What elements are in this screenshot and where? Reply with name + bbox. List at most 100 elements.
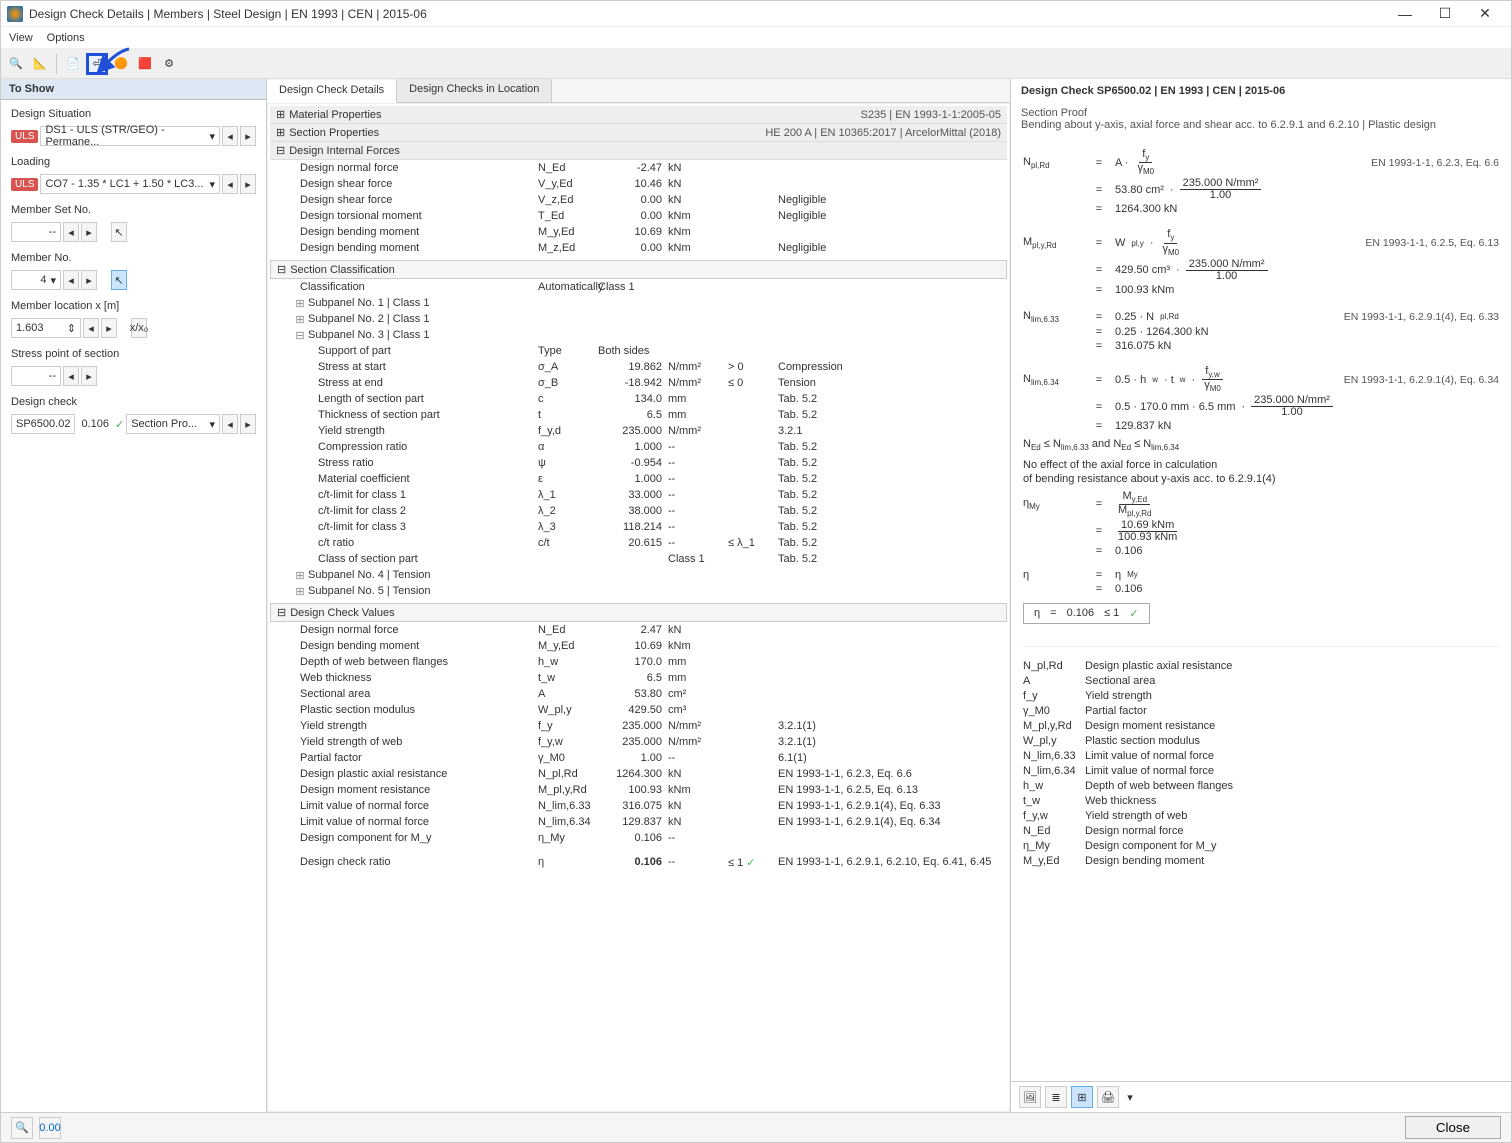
tab-location[interactable]: Design Checks in Location bbox=[397, 79, 552, 102]
collapse-icon[interactable]: ⊟ bbox=[276, 144, 285, 157]
expand-icon[interactable]: ⊞ bbox=[294, 585, 306, 598]
legend-row: N_EdDesign normal force bbox=[1023, 825, 1499, 837]
expand-icon[interactable]: ⊞ bbox=[294, 569, 306, 582]
expand-icon[interactable]: ⊞ bbox=[294, 297, 306, 310]
data-row: Stress ratio ψ -0.954 -- Tab. 5.2 bbox=[270, 455, 1007, 471]
material-properties-header[interactable]: ⊞ Material Properties S235 | EN 1993-1-1… bbox=[270, 106, 1007, 124]
rt-btn-2[interactable]: ≣ bbox=[1045, 1086, 1067, 1108]
menu-options[interactable]: Options bbox=[47, 32, 85, 44]
legend-row: t_wWeb thickness bbox=[1023, 795, 1499, 807]
menu-view[interactable]: View bbox=[9, 32, 33, 44]
loc-next-button[interactable]: ▸ bbox=[101, 318, 117, 338]
member-no-combo[interactable]: 4▾ bbox=[11, 270, 61, 290]
formula-row: =429.50 cm³ · 235.000 N/mm²1.00 bbox=[1023, 259, 1499, 282]
tool-icon-5[interactable]: 🟠 bbox=[110, 53, 132, 75]
collapse-icon[interactable]: ⊟ bbox=[277, 606, 286, 619]
ds-prev-button[interactable]: ◂ bbox=[222, 126, 238, 146]
load-prev-button[interactable]: ◂ bbox=[222, 174, 238, 194]
legend-row: M_y,EdDesign bending moment bbox=[1023, 855, 1499, 867]
collapse-icon[interactable]: ⊟ bbox=[294, 329, 306, 342]
tabs: Design Check Details Design Checks in Lo… bbox=[267, 79, 1010, 103]
memno-prev-button[interactable]: ◂ bbox=[63, 270, 79, 290]
tool-icon-1[interactable]: 🔍 bbox=[5, 53, 27, 75]
maximize-button[interactable]: ☐ bbox=[1425, 5, 1465, 22]
rt-btn-4[interactable]: 🖨 bbox=[1097, 1086, 1119, 1108]
memset-prev-button[interactable]: ◂ bbox=[63, 222, 79, 242]
sc-label: Section Classification bbox=[290, 264, 395, 276]
rt-btn-dropdown[interactable]: ▾ bbox=[1123, 1086, 1137, 1108]
legend-row: h_wDepth of web between flanges bbox=[1023, 780, 1499, 792]
tool-icon-2[interactable]: 📐 bbox=[29, 53, 51, 75]
app-icon bbox=[7, 6, 23, 22]
rt-btn-3[interactable]: ⊞ bbox=[1071, 1086, 1093, 1108]
load-next-button[interactable]: ▸ bbox=[240, 174, 256, 194]
sp3-head-lbl: Support of part bbox=[316, 345, 538, 357]
data-row: Design bending moment M_y,Ed 10.69 kNm bbox=[270, 638, 1007, 654]
section-classification-header[interactable]: ⊟ Section Classification bbox=[270, 260, 1007, 279]
data-row: Yield strength of web f_y,w 235.000 N/mm… bbox=[270, 734, 1007, 750]
dif-label: Design Internal Forces bbox=[289, 145, 1001, 157]
subpanel-5-row[interactable]: ⊞Subpanel No. 5 | Tension bbox=[270, 583, 1007, 599]
stress-next-button[interactable]: ▸ bbox=[81, 366, 97, 386]
memno-value: 4 bbox=[40, 274, 46, 286]
stress-prev-button[interactable]: ◂ bbox=[63, 366, 79, 386]
section-properties-header[interactable]: ⊞ Section Properties HE 200 A | EN 10365… bbox=[270, 124, 1007, 142]
footer-btn-1[interactable]: 🔍 bbox=[11, 1117, 33, 1139]
final-lbl: Design check ratio bbox=[298, 856, 538, 868]
expand-icon[interactable]: ⊞ bbox=[276, 108, 285, 121]
tool-icon-highlighted[interactable]: ⏎ bbox=[86, 53, 108, 75]
member-set-combo[interactable]: -- bbox=[11, 222, 61, 242]
expand-icon[interactable]: ⊞ bbox=[276, 126, 285, 139]
formula-row: =316.075 kN bbox=[1023, 340, 1499, 352]
data-row: Design plastic axial resistance N_pl,Rd … bbox=[270, 766, 1007, 782]
tab-details[interactable]: Design Check Details bbox=[267, 80, 397, 103]
legend-row: η_MyDesign component for M_y bbox=[1023, 840, 1499, 852]
dc-name-combo[interactable]: Section Pro...▾ bbox=[126, 414, 220, 434]
data-row: Design bending moment M_y,Ed 10.69 kNm bbox=[270, 224, 1007, 240]
loc-prev-button[interactable]: ◂ bbox=[83, 318, 99, 338]
expand-icon[interactable]: ⊞ bbox=[294, 313, 306, 326]
uls-badge-2: ULS bbox=[11, 178, 38, 191]
ds-next-button[interactable]: ▸ bbox=[240, 126, 256, 146]
legend-row: N_pl,RdDesign plastic axial resistance bbox=[1023, 660, 1499, 672]
design-check-label: Design check bbox=[1, 388, 266, 412]
right-desc: Bending about y-axis, axial force and sh… bbox=[1021, 119, 1501, 131]
dc-prev-button[interactable]: ◂ bbox=[222, 414, 238, 434]
final-ref: EN 1993-1-1, 6.2.9.1, 6.2.10, Eq. 6.41, … bbox=[778, 856, 1007, 868]
design-situation-label: Design Situation bbox=[1, 100, 266, 124]
tool-icon-7[interactable]: ⚙ bbox=[158, 53, 180, 75]
close-button[interactable]: Close bbox=[1405, 1116, 1501, 1139]
formula-area[interactable]: Npl,Rd= A · fyγM0 EN 1993-1-1, 6.2.3, Eq… bbox=[1011, 141, 1511, 1081]
data-row: Limit value of normal force N_lim,6.34 1… bbox=[270, 814, 1007, 830]
rt-btn-1[interactable]: 🖼 bbox=[1019, 1086, 1041, 1108]
footer-btn-2[interactable]: 0.00 bbox=[39, 1117, 61, 1139]
mat-props-right: S235 | EN 1993-1-1:2005-05 bbox=[861, 109, 1001, 121]
tree-area[interactable]: ⊞ Material Properties S235 | EN 1993-1-1… bbox=[267, 103, 1010, 1112]
memset-next-button[interactable]: ▸ bbox=[81, 222, 97, 242]
design-internal-forces-header[interactable]: ⊟ Design Internal Forces bbox=[270, 142, 1007, 160]
dc-next-button[interactable]: ▸ bbox=[240, 414, 256, 434]
memno-next-button[interactable]: ▸ bbox=[81, 270, 97, 290]
subpanel-1-row[interactable]: ⊞Subpanel No. 1 | Class 1 bbox=[270, 295, 1007, 311]
subpanel-3-row[interactable]: ⊟Subpanel No. 3 | Class 1 bbox=[270, 327, 1007, 343]
data-row: c/t-limit for class 3 λ_3 118.214 -- Tab… bbox=[270, 519, 1007, 535]
loc-extra-button[interactable]: x/x₀ bbox=[131, 318, 147, 338]
member-location-input[interactable]: 1.603⇕ bbox=[11, 318, 81, 338]
load-value: CO7 - 1.35 * LC1 + 1.50 * LC3... bbox=[45, 178, 203, 190]
memno-pick-button[interactable]: ↖ bbox=[111, 270, 127, 290]
subpanel-4-row[interactable]: ⊞Subpanel No. 4 | Tension bbox=[270, 567, 1007, 583]
formula-row: =10.69 kNm100.93 kNm bbox=[1023, 520, 1499, 543]
tool-icon-3[interactable]: 📄 bbox=[62, 53, 84, 75]
tool-icon-6[interactable]: 🟥 bbox=[134, 53, 156, 75]
stress-point-combo[interactable]: -- bbox=[11, 366, 61, 386]
design-situation-combo[interactable]: DS1 - ULS (STR/GEO) - Permane...▾ bbox=[40, 126, 220, 146]
footer: 🔍 0.00 Close bbox=[1, 1112, 1511, 1142]
subpanel-2-row[interactable]: ⊞Subpanel No. 2 | Class 1 bbox=[270, 311, 1007, 327]
dc-code-combo[interactable]: SP6500.02 bbox=[11, 414, 75, 434]
loading-combo[interactable]: CO7 - 1.35 * LC1 + 1.50 * LC3...▾ bbox=[40, 174, 220, 194]
memset-pick-button[interactable]: ↖ bbox=[111, 222, 127, 242]
close-window-button[interactable]: ✕ bbox=[1465, 5, 1505, 22]
collapse-icon[interactable]: ⊟ bbox=[277, 263, 286, 276]
minimize-button[interactable]: — bbox=[1385, 6, 1425, 22]
design-check-values-header[interactable]: ⊟ Design Check Values bbox=[270, 603, 1007, 622]
